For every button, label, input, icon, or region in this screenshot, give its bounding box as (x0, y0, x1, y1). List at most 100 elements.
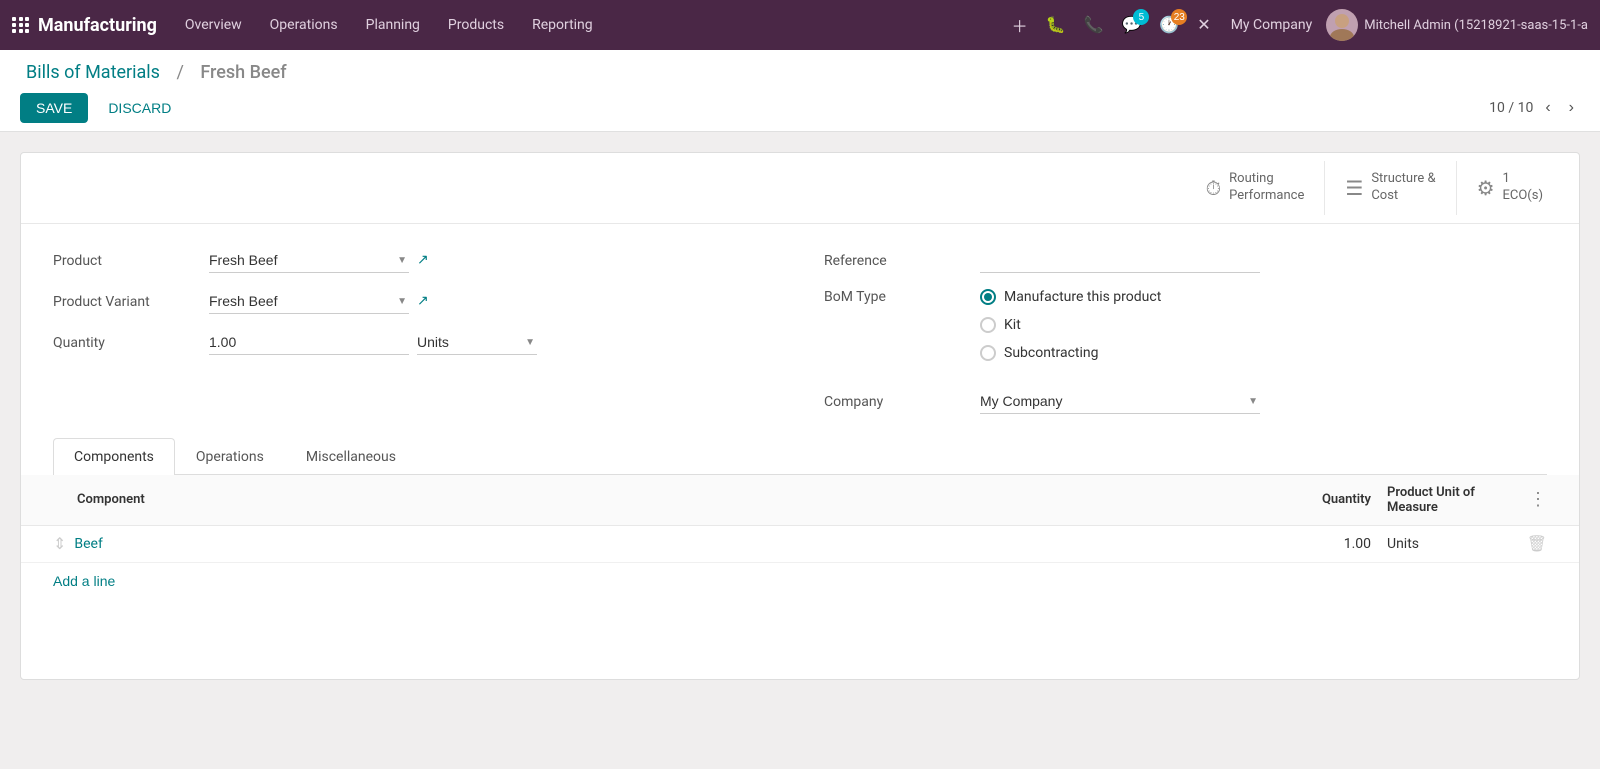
bom-option-subcontracting[interactable]: Subcontracting (980, 345, 1161, 361)
tabs-bar: Components Operations Miscellaneous (53, 438, 1547, 475)
debug-icon[interactable]: 🐛 (1040, 11, 1072, 39)
eco-button[interactable]: ⚙ 1ECO(s) (1457, 161, 1563, 215)
nav-reporting[interactable]: Reporting (520, 0, 605, 50)
app-brand[interactable]: Manufacturing (12, 15, 157, 36)
add-line-button[interactable]: Add a line (21, 563, 147, 599)
drag-handle[interactable]: ⇕ (53, 534, 66, 553)
form-left-col: Product Fresh Beef ▼ ↗ Product Variant (53, 248, 776, 430)
save-button[interactable]: SAVE (20, 93, 88, 123)
clock-button[interactable]: 🕐 23 (1153, 11, 1185, 39)
user-name: Mitchell Admin (15218921-saas-15-1-a (1364, 18, 1588, 33)
unit-select-wrapper: Units ▼ (417, 330, 537, 355)
bom-subcontracting-label: Subcontracting (1004, 345, 1099, 361)
nav-overview[interactable]: Overview (173, 0, 254, 50)
main-content: ⏱ RoutingPerformance ☰ Structure &Cost ⚙… (0, 132, 1600, 700)
close-icon[interactable]: ✕ (1191, 11, 1216, 39)
company-select-wrapper: My Company ▼ (980, 389, 1260, 414)
structure-cost-button[interactable]: ☰ Structure &Cost (1325, 161, 1456, 215)
radio-manufacture[interactable] (980, 289, 996, 305)
add-button[interactable]: ＋ (1006, 9, 1034, 41)
reference-label: Reference (824, 253, 964, 269)
top-navigation: Manufacturing Overview Operations Planni… (0, 0, 1600, 50)
breadcrumb-parent[interactable]: Bills of Materials (26, 62, 160, 83)
topbar-actions: ＋ 🐛 📞 💬 5 🕐 23 ✕ My Company Mitchell Adm… (1006, 9, 1588, 41)
product-row: Product Fresh Beef ▼ ↗ (53, 248, 776, 273)
cell-uom: Units (1387, 536, 1507, 552)
toolbar: SAVE DISCARD 10 / 10 ‹ › (20, 93, 1580, 131)
company-label: Company (824, 394, 964, 410)
bom-manufacture-label: Manufacture this product (1004, 289, 1161, 305)
variant-external-link[interactable]: ↗ (417, 293, 429, 309)
table-kebab-button[interactable]: ⋮ (1529, 489, 1547, 510)
company-row: Company My Company ▼ (824, 389, 1547, 414)
bom-type-row: BoM Type Manufacture this product Kit (824, 289, 1547, 373)
company-select[interactable]: My Company (980, 389, 1260, 414)
quantity-row: Quantity Units ▼ (53, 330, 776, 355)
discard-button[interactable]: DISCARD (96, 93, 183, 123)
unit-select[interactable]: Units (417, 330, 537, 355)
routing-icon: ⏱ (1206, 176, 1222, 200)
structure-label: Structure &Cost (1371, 171, 1435, 205)
col-header-qty: Quantity (1291, 492, 1371, 507)
bom-option-manufacture[interactable]: Manufacture this product (980, 289, 1161, 305)
quantity-label: Quantity (53, 335, 193, 351)
bom-kit-label: Kit (1004, 317, 1021, 333)
chat-badge: 5 (1133, 9, 1149, 25)
routing-label: RoutingPerformance (1229, 171, 1304, 205)
product-select-wrapper: Fresh Beef ▼ (209, 248, 409, 273)
company-name: My Company (1223, 17, 1321, 33)
nav-planning[interactable]: Planning (354, 0, 432, 50)
radio-kit[interactable] (980, 317, 996, 333)
components-table: Component Quantity Product Unit of Measu… (21, 475, 1579, 599)
grid-icon (12, 17, 30, 33)
variant-select-wrapper: Fresh Beef ▼ (209, 289, 409, 314)
bom-option-kit[interactable]: Kit (980, 317, 1161, 333)
variant-label: Product Variant (53, 294, 193, 310)
chat-button[interactable]: 💬 5 (1115, 11, 1147, 39)
radio-inner (984, 293, 992, 301)
bom-type-options: Manufacture this product Kit Subcontract… (980, 289, 1161, 373)
routing-performance-button[interactable]: ⏱ RoutingPerformance (1186, 161, 1326, 215)
reference-input[interactable] (980, 248, 1260, 273)
delete-row-button[interactable]: 🗑 (1527, 534, 1547, 554)
table-header: Component Quantity Product Unit of Measu… (21, 475, 1579, 526)
product-label: Product (53, 253, 193, 269)
radio-subcontracting[interactable] (980, 345, 996, 361)
variant-row: Product Variant Fresh Beef ▼ ↗ (53, 289, 776, 314)
clock-badge: 23 (1171, 9, 1187, 25)
eco-icon: ⚙ (1477, 176, 1495, 200)
nav-products[interactable]: Products (436, 0, 516, 50)
tab-components[interactable]: Components (53, 438, 175, 475)
avatar[interactable] (1326, 9, 1358, 41)
cell-qty: 1.00 (1291, 536, 1371, 552)
page-header: Bills of Materials / Fresh Beef SAVE DIS… (0, 50, 1600, 132)
breadcrumb-current: Fresh Beef (200, 62, 286, 83)
quantity-input[interactable] (209, 330, 409, 355)
tab-operations[interactable]: Operations (175, 438, 285, 475)
smart-buttons: ⏱ RoutingPerformance ☰ Structure &Cost ⚙… (21, 153, 1579, 224)
product-select[interactable]: Fresh Beef (209, 248, 409, 273)
cell-component[interactable]: Beef (74, 536, 1291, 552)
variant-select[interactable]: Fresh Beef (209, 289, 409, 314)
product-external-link[interactable]: ↗ (417, 252, 429, 268)
variant-field: Fresh Beef ▼ ↗ (209, 289, 429, 314)
table-row: ⇕ Beef 1.00 Units 🗑 (21, 526, 1579, 563)
breadcrumb: Bills of Materials / Fresh Beef (20, 62, 1580, 83)
pagination-text: 10 / 10 (1489, 100, 1533, 116)
reference-field (980, 248, 1260, 273)
form-right-col: Reference BoM Type Manufacture this prod… (824, 248, 1547, 430)
app-title: Manufacturing (38, 15, 157, 36)
breadcrumb-separator: / (176, 62, 183, 83)
tab-miscellaneous[interactable]: Miscellaneous (285, 438, 417, 475)
prev-page-button[interactable]: ‹ (1539, 97, 1556, 119)
col-header-uom: Product Unit of Measure (1387, 485, 1507, 515)
reference-row: Reference (824, 248, 1547, 273)
bom-type-label: BoM Type (824, 289, 964, 305)
form-card: ⏱ RoutingPerformance ☰ Structure &Cost ⚙… (20, 152, 1580, 680)
next-page-button[interactable]: › (1563, 97, 1580, 119)
phone-icon[interactable]: 📞 (1078, 11, 1110, 39)
structure-icon: ☰ (1345, 176, 1363, 200)
nav-operations[interactable]: Operations (258, 0, 350, 50)
product-field: Fresh Beef ▼ ↗ (209, 248, 429, 273)
quantity-field: Units ▼ (209, 330, 537, 355)
